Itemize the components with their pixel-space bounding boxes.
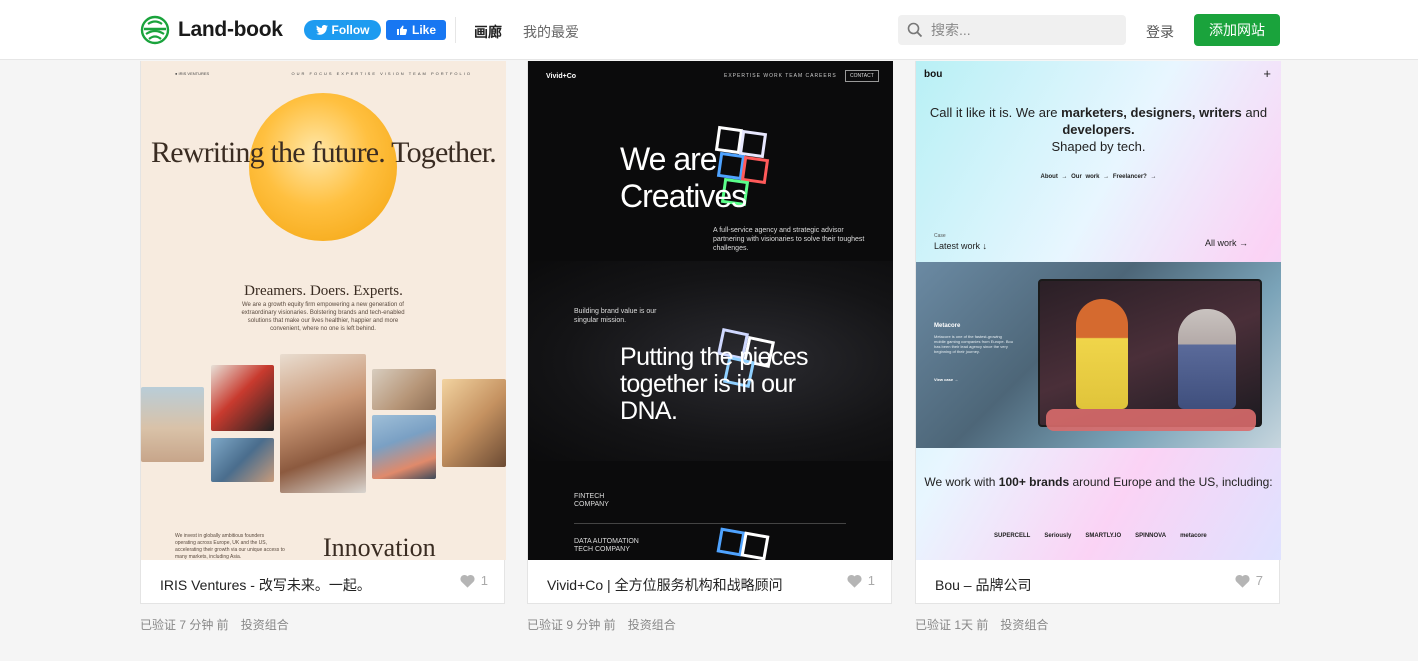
like-button[interactable]: 7 (1235, 573, 1263, 588)
preview-subheading: Dreamers. Doers. Experts. (244, 283, 403, 299)
site-thumbnail[interactable]: ● IRIS VENTURES OUR FOCUS EXPERTISE VISI… (141, 61, 506, 560)
photo-runner (372, 415, 436, 479)
category-link[interactable]: 投资组合 (628, 616, 676, 633)
preview-fintech: FINTECH COMPANY (574, 493, 609, 508)
cartoon-character-grandma (1178, 309, 1236, 409)
verified-time: 已验证 9 分钟 前 (527, 618, 616, 632)
logo-text: Land-book (178, 18, 283, 41)
preview-paragraph: A full-service agency and strategic advi… (713, 227, 865, 252)
preview-headline-2: We work with 100+ brands around Europe a… (916, 475, 1281, 490)
site-thumbnail[interactable]: bou + Call it like it is. We are markete… (916, 61, 1281, 560)
preview-view-case: View case → (934, 377, 959, 382)
cube-graphic-3 (716, 527, 770, 560)
like-count: 7 (1255, 573, 1263, 588)
headline-part-bold: marketers, designers, writers (1061, 105, 1242, 120)
verified-time: 已验证 1天 前 (915, 618, 989, 632)
photo-woman-center (280, 354, 366, 493)
land-book-logo-icon (140, 15, 170, 45)
photo-man-portrait (211, 438, 274, 482)
facebook-like-label: Like (411, 23, 436, 37)
preview-nav: EXPERTISE WORK TEAM CAREERS (724, 73, 837, 79)
search-box[interactable] (898, 15, 1126, 45)
headline-part-bold: developers. (1062, 122, 1135, 137)
twitter-follow-button[interactable]: Follow (304, 20, 381, 40)
preview-nav: OUR FOCUS EXPERTISE VISION TEAM PORTFOLI… (291, 71, 472, 76)
heart-icon (847, 574, 862, 588)
client-logo: Seriously (1044, 533, 1072, 539)
preview-divider (574, 523, 846, 524)
preview-contact-button: CONTACT (845, 70, 879, 82)
client-logo: SPINNOVA (1135, 533, 1167, 539)
preview-paragraph: We are a growth equity firm empowering a… (241, 302, 405, 332)
preview-headline-2: Putting the pieces together is in our DN… (620, 343, 809, 425)
headline2-part-bold: 100+ brands (998, 475, 1070, 489)
headline-part: and (1241, 105, 1268, 120)
category-link[interactable]: 投资组合 (1000, 616, 1048, 633)
like-count: 1 (480, 573, 488, 588)
photo-child-beach (141, 387, 204, 462)
headline-part: Call it like it is. We are (929, 105, 1062, 120)
preview-data-automation: DATA AUTOMATION TECH COMPANY (574, 538, 639, 553)
site-card[interactable]: ● IRIS VENTURES OUR FOCUS EXPERTISE VISI… (140, 61, 506, 604)
preview-headline: Rewriting the future. Together. (151, 136, 497, 169)
site-card[interactable]: Vivid+Co EXPERTISE WORK TEAM CAREERS CON… (527, 61, 893, 604)
login-link[interactable]: 登录 (1146, 22, 1174, 42)
client-logo: metacore (1180, 533, 1207, 539)
heart-icon (1235, 574, 1250, 588)
headline-part: Shaped by tech. (1051, 139, 1146, 154)
preview-links: About → Our work → Freelancer? → (1040, 174, 1157, 180)
cartoon-character-girl (1076, 299, 1128, 409)
card-meta: 已验证 1天 前 投资组合 (915, 616, 1048, 633)
photo-hands (372, 369, 436, 410)
facebook-like-button[interactable]: Like (386, 20, 446, 40)
category-link[interactable]: 投资组合 (241, 616, 289, 633)
site-thumbnail[interactable]: Vivid+Co EXPERTISE WORK TEAM CAREERS CON… (528, 61, 893, 560)
preview-all-work: All work → (1205, 238, 1249, 248)
header-divider (455, 17, 456, 43)
plus-icon: + (1263, 66, 1271, 81)
sofa-cushion (1046, 409, 1256, 431)
preview-headline: Call it like it is. We are marketers, de… (916, 104, 1281, 155)
site-card[interactable]: bou + Call it like it is. We are markete… (915, 61, 1281, 604)
verified-time: 已验证 7 分钟 前 (140, 618, 229, 632)
card-title[interactable]: IRIS Ventures - 改写未来。一起。 (160, 575, 371, 595)
photo-dog-window (442, 379, 506, 467)
preview-brand: ● IRIS VENTURES (175, 71, 210, 76)
preview-innovation: Innovation (323, 533, 436, 560)
preview-metacore-para: Metacore is one of the fastest-growing m… (934, 334, 1013, 354)
client-logos: SUPERCELL Seriously SMARTLY.IO SPINNOVA … (994, 533, 1207, 539)
thumbs-up-icon (396, 25, 408, 35)
add-site-button[interactable]: 添加网站 (1194, 14, 1280, 46)
preview-case-label: Case (934, 233, 946, 239)
nav-favorites[interactable]: 我的最爱 (523, 22, 579, 42)
card-meta: 已验证 7 分钟 前 投资组合 (140, 616, 289, 633)
search-icon (907, 22, 923, 38)
like-count: 1 (867, 573, 875, 588)
preview-metacore: Metacore (934, 323, 961, 329)
top-bar: Land-book Follow Like 画廊 我的最爱 登录 添加网站 (0, 0, 1418, 60)
card-meta: 已验证 9 分钟 前 投资组合 (527, 616, 676, 633)
twitter-follow-label: Follow (331, 23, 370, 37)
logo[interactable]: Land-book (140, 15, 283, 45)
twitter-bird-icon (315, 25, 328, 35)
heart-icon (460, 574, 475, 588)
search-input[interactable] (931, 22, 1111, 38)
preview-headline: We are Creatives (620, 141, 747, 214)
headline2-part: around Europe and the US, including: (1069, 475, 1273, 489)
preview-brand: bou (924, 69, 943, 80)
like-button[interactable]: 1 (460, 573, 488, 588)
client-logo: SMARTLY.IO (1085, 533, 1122, 539)
preview-mission: Building brand value is our singular mis… (574, 308, 657, 324)
card-title[interactable]: Vivid+Co | 全方位服务机构和战略顾问 (547, 575, 783, 595)
photo-red-phone (211, 365, 274, 431)
client-logo: SUPERCELL (994, 533, 1031, 539)
headline2-part: We work with (924, 475, 999, 489)
preview-paragraph-2: We invest in globally ambitious founders… (175, 533, 285, 560)
like-button[interactable]: 1 (847, 573, 875, 588)
card-title[interactable]: Bou – 品牌公司 (935, 575, 1031, 595)
nav-gallery[interactable]: 画廊 (474, 22, 502, 42)
preview-brand: Vivid+Co (546, 73, 577, 80)
preview-latest-work: Latest work ↓ (934, 241, 988, 251)
